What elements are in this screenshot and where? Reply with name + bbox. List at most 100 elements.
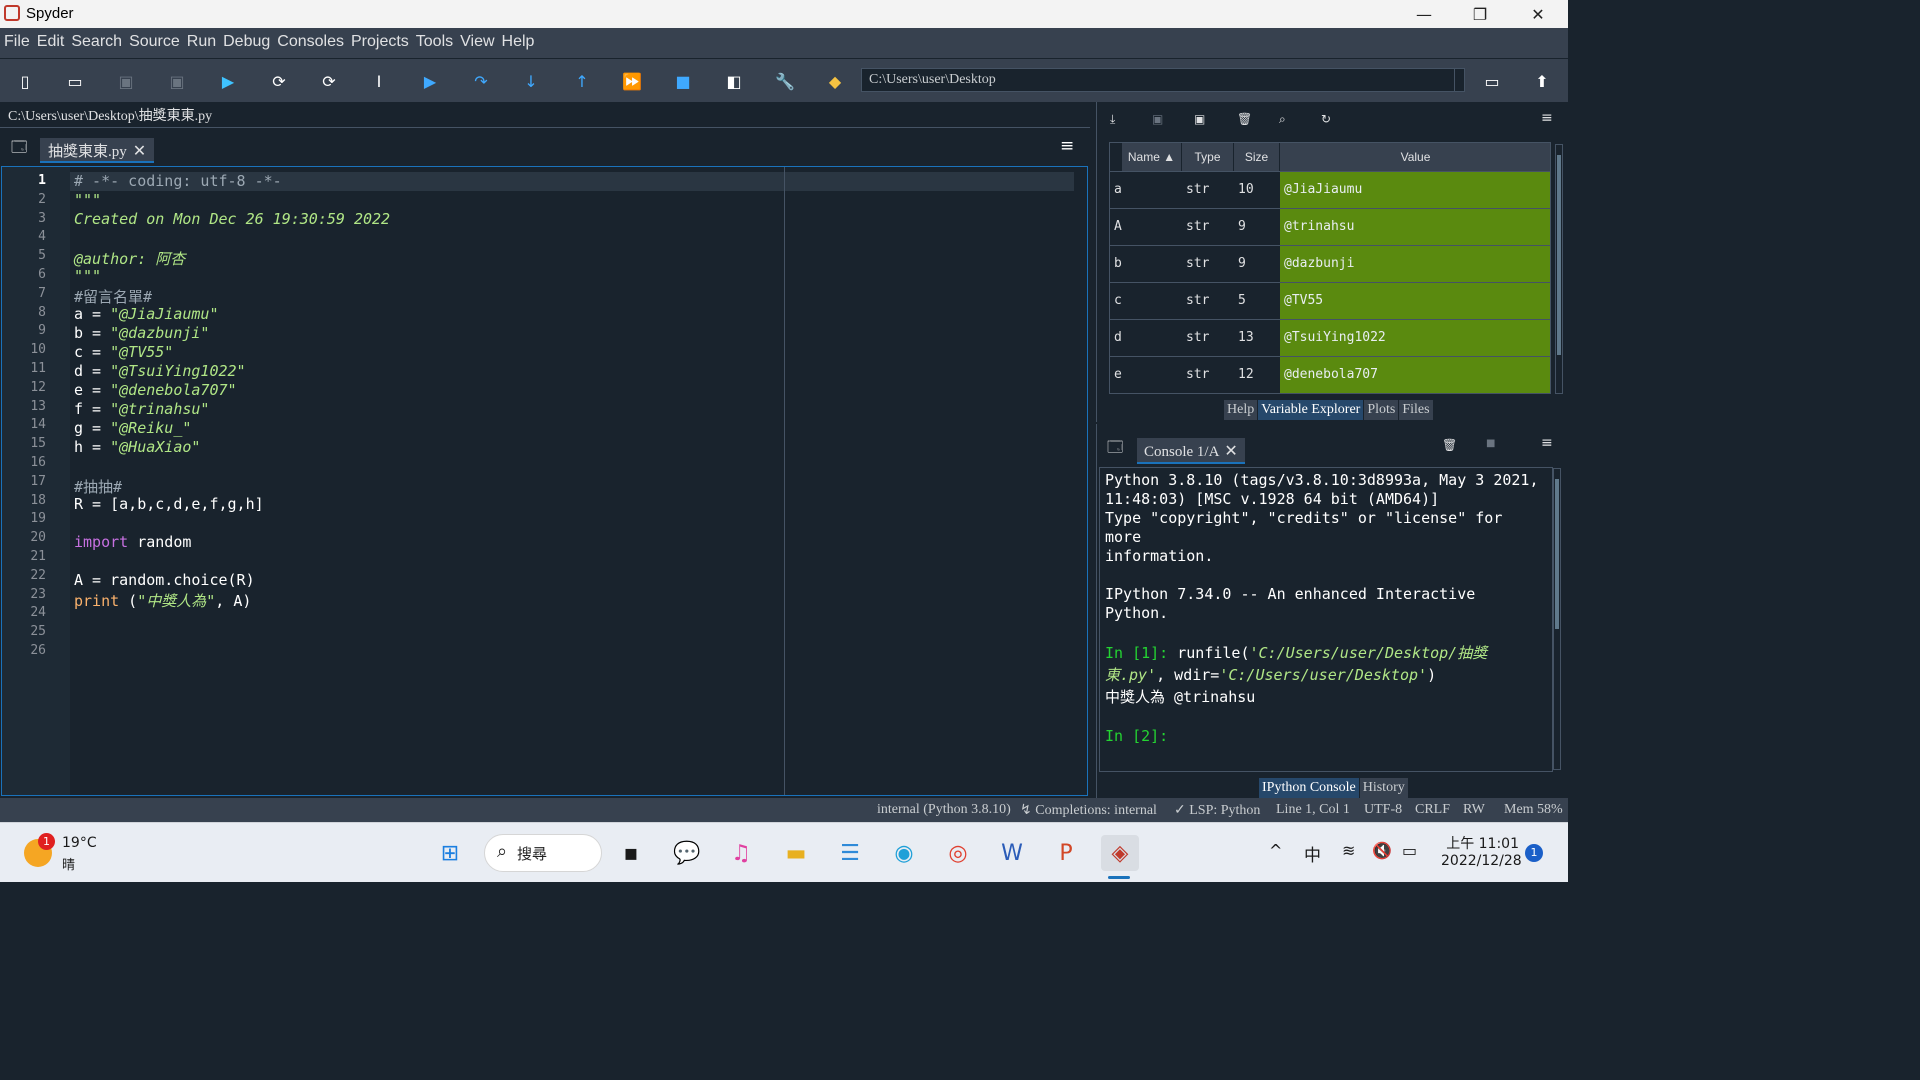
- step-into-icon[interactable]: ↓: [518, 69, 544, 93]
- taskbar-search[interactable]: ⌕ 搜尋: [484, 834, 602, 872]
- chevron-down-icon[interactable]: [1454, 69, 1464, 91]
- table-row[interactable]: a str 10 @JiaJiaumu: [1110, 171, 1550, 208]
- battery-icon[interactable]: ▭: [1402, 841, 1417, 860]
- close-tab-icon[interactable]: ✕: [1224, 443, 1237, 460]
- save-all-icon[interactable]: ▣: [164, 69, 190, 93]
- continue-icon[interactable]: ⏩: [619, 69, 645, 93]
- parent-directory-icon[interactable]: ⬆: [1529, 69, 1555, 93]
- table-row[interactable]: Astr 9 @trinahsu: [1110, 208, 1550, 245]
- tab-ipython-console[interactable]: IPython Console: [1259, 778, 1359, 798]
- tab-files[interactable]: Files: [1399, 400, 1433, 420]
- tab-plots[interactable]: Plots: [1364, 400, 1399, 420]
- step-over-icon[interactable]: ↷: [468, 69, 494, 93]
- table-row[interactable]: d str 13 @TsuiYing1022: [1110, 319, 1550, 356]
- variables-scrollbar[interactable]: [1555, 144, 1563, 394]
- options-menu-icon[interactable]: ≡: [1060, 136, 1074, 156]
- new-file-icon[interactable]: ▯: [12, 69, 38, 93]
- menu-file[interactable]: File: [0, 28, 33, 51]
- menu-consoles[interactable]: Consoles: [273, 28, 347, 51]
- minimize-button[interactable]: —: [1396, 0, 1452, 28]
- menu-source[interactable]: Source: [125, 28, 183, 51]
- column-header-type[interactable]: Type: [1182, 143, 1234, 171]
- wifi-icon[interactable]: ≋: [1342, 841, 1355, 860]
- file-explorer-icon[interactable]: ▬: [777, 835, 815, 871]
- save-as-icon[interactable]: ▣: [1194, 112, 1205, 126]
- remove-icon[interactable]: 🗑: [1442, 438, 1457, 452]
- open-file-icon[interactable]: ▭: [62, 69, 88, 93]
- tab-variable-explorer[interactable]: Variable Explorer: [1258, 400, 1364, 420]
- table-row[interactable]: c str 5 @TV55: [1110, 282, 1550, 319]
- tab-help[interactable]: Help: [1224, 400, 1258, 420]
- task-view-icon[interactable]: ▪: [612, 835, 650, 871]
- stop-debug-icon[interactable]: ■: [670, 69, 696, 93]
- restore-button[interactable]: ❐: [1452, 0, 1508, 28]
- edge-line: [784, 167, 785, 795]
- teams-chat-icon[interactable]: 💬: [668, 835, 706, 871]
- notepad-icon[interactable]: ☰: [831, 835, 869, 871]
- menu-run[interactable]: Run: [183, 28, 219, 51]
- save-icon[interactable]: ▣: [113, 69, 139, 93]
- cell-value: @TsuiYing1022: [1280, 320, 1550, 356]
- weather-temperature[interactable]: 19°C: [62, 835, 97, 851]
- column-header-size[interactable]: Size: [1234, 143, 1280, 171]
- browse-tabs-icon[interactable]: 🗔: [1107, 437, 1123, 462]
- code-editor[interactable]: 1 2 3 4 5 6 7 8 9 10 11 12 13 14 15 16 17 18 19 20 21 22 23 24 2…: [1, 166, 1088, 796]
- itunes-icon[interactable]: ♫: [722, 835, 760, 871]
- menu-debug[interactable]: Debug: [219, 28, 273, 51]
- column-header-name[interactable]: Name ▲: [1122, 143, 1182, 171]
- step-return-icon[interactable]: ↑: [569, 69, 595, 93]
- spyder-taskbar-icon[interactable]: ◈: [1101, 835, 1139, 871]
- run-cell-icon[interactable]: ⟳: [266, 69, 292, 93]
- menu-bar: File Edit Search Source Run Debug Consoles Proj…: [0, 28, 1568, 58]
- volume-muted-icon[interactable]: 🔇: [1372, 841, 1392, 860]
- table-row[interactable]: e str 12 @denebola707: [1110, 356, 1550, 393]
- editor-tab[interactable]: 抽獎東東.py ✕: [40, 138, 155, 163]
- table-row[interactable]: b str 9 @dazbunji: [1110, 245, 1550, 282]
- search-icon[interactable]: ⌕: [1279, 112, 1286, 127]
- browse-tabs-icon[interactable]: 🗔: [11, 137, 27, 162]
- console-tab[interactable]: Console 1/A ✕: [1137, 438, 1245, 464]
- preferences-wrench-icon[interactable]: 🔧: [772, 69, 798, 93]
- chrome-browser-icon[interactable]: ◎: [939, 835, 977, 871]
- options-menu-icon[interactable]: ≡: [1541, 110, 1553, 126]
- chevron-up-icon[interactable]: ^: [1269, 841, 1282, 860]
- python-path-icon[interactable]: ◆: [822, 69, 848, 93]
- menu-help[interactable]: Help: [498, 28, 538, 51]
- word-icon[interactable]: W: [993, 835, 1031, 871]
- import-data-icon[interactable]: ⤓: [1110, 112, 1115, 127]
- menu-projects[interactable]: Projects: [347, 28, 412, 51]
- working-directory-combo[interactable]: C:\Users\user\Desktop: [861, 68, 1465, 92]
- remove-all-icon[interactable]: 🗑: [1237, 112, 1252, 126]
- menu-edit[interactable]: Edit: [33, 28, 68, 51]
- run-selection-icon[interactable]: I: [366, 69, 392, 93]
- menu-tools[interactable]: Tools: [412, 28, 456, 51]
- menu-search[interactable]: Search: [67, 28, 125, 51]
- maximize-pane-icon[interactable]: ◧: [721, 69, 747, 93]
- powerpoint-icon[interactable]: P: [1047, 835, 1085, 871]
- status-interpreter[interactable]: internal (Python 3.8.10): [877, 802, 1011, 818]
- code-line: e = "@denebola707": [74, 381, 237, 399]
- ime-indicator[interactable]: 中: [1304, 841, 1321, 866]
- refresh-icon[interactable]: ↻: [1321, 112, 1331, 126]
- edge-browser-icon[interactable]: ◉: [885, 835, 923, 871]
- debug-icon[interactable]: ▶: [417, 69, 443, 93]
- console-prompt[interactable]: In [2]:: [1105, 727, 1547, 746]
- menu-view[interactable]: View: [456, 28, 497, 51]
- stop-kernel-icon[interactable]: ■: [1486, 438, 1495, 449]
- clock-time[interactable]: 上午 11:01: [1441, 833, 1519, 853]
- browse-folder-icon[interactable]: ▭: [1479, 69, 1505, 93]
- run-cell-advance-icon[interactable]: ⟳: [316, 69, 342, 93]
- run-icon[interactable]: ▶: [215, 69, 241, 93]
- column-header-value[interactable]: Value: [1280, 143, 1550, 171]
- console-output[interactable]: Python 3.8.10 (tags/v3.8.10:3d8993a, May…: [1099, 467, 1553, 772]
- options-menu-icon[interactable]: ≡: [1541, 435, 1553, 451]
- weather-condition[interactable]: 晴: [62, 854, 75, 873]
- close-tab-icon[interactable]: ✕: [133, 143, 146, 160]
- notification-badge[interactable]: 1: [1525, 844, 1543, 862]
- start-windows-icon[interactable]: ⊞: [431, 835, 469, 871]
- clock-date[interactable]: 2022/12/28: [1441, 853, 1522, 869]
- save-data-icon[interactable]: ▣: [1152, 112, 1163, 126]
- tab-history[interactable]: History: [1359, 778, 1408, 798]
- console-scrollbar[interactable]: [1553, 468, 1561, 770]
- close-button[interactable]: ✕: [1510, 0, 1566, 28]
